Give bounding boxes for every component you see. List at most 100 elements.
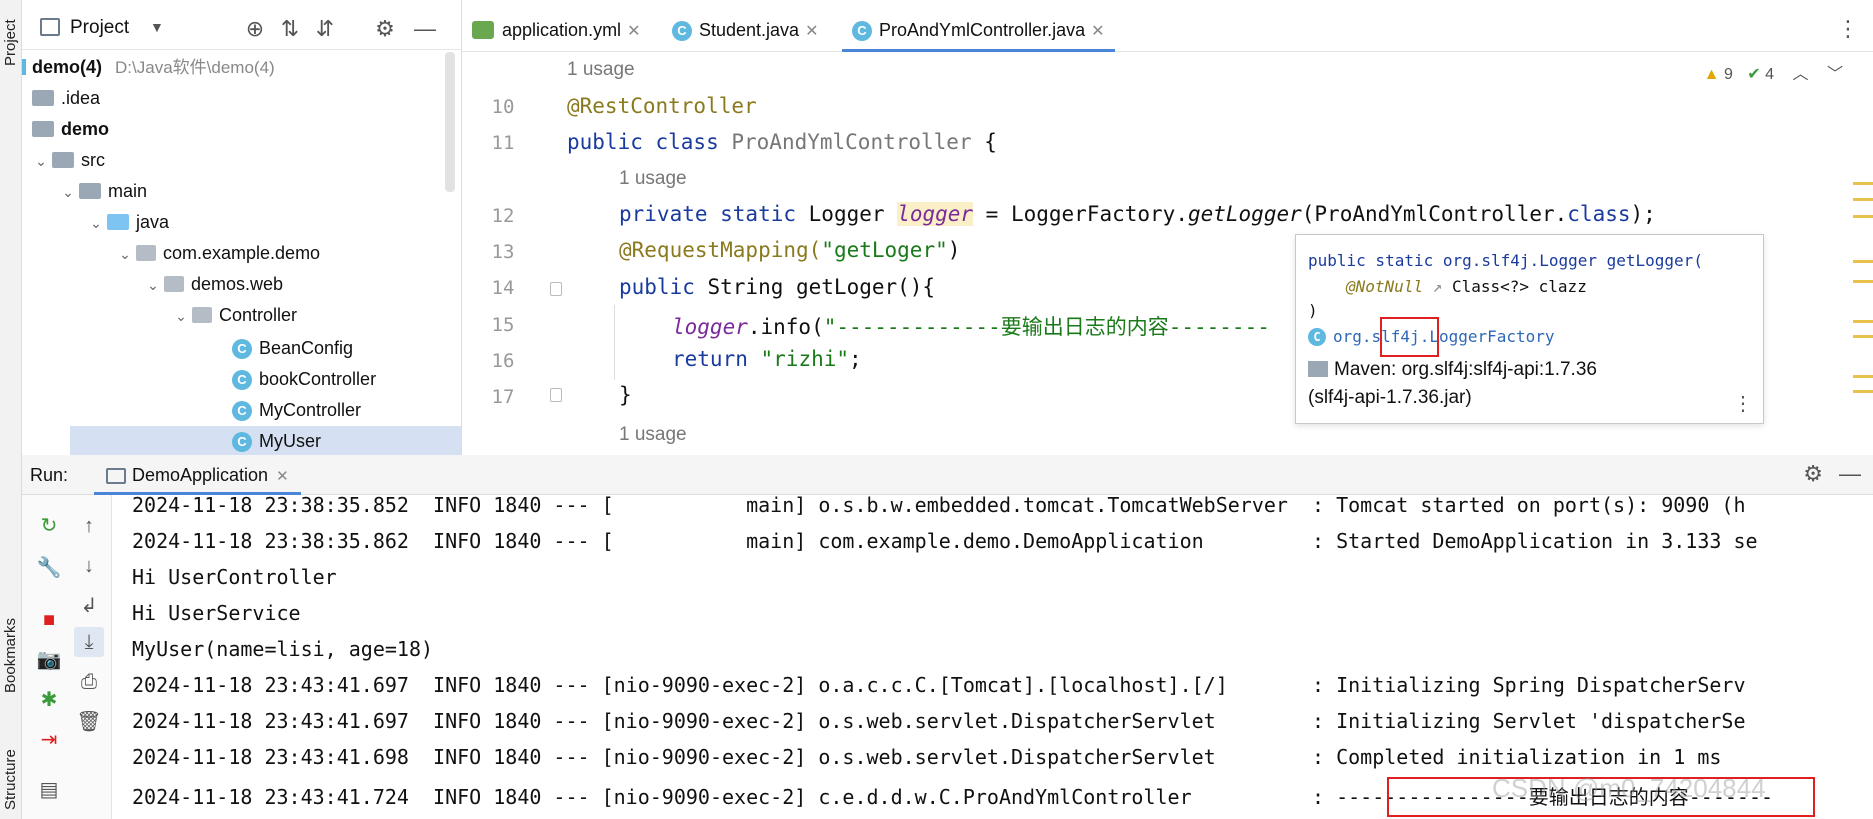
debug-icon[interactable]: ✱ — [34, 685, 64, 715]
chevron-down-icon[interactable]: ▼ — [150, 19, 164, 35]
yml-icon — [472, 21, 494, 39]
gear-icon[interactable]: ⚙ — [372, 16, 398, 42]
close-icon[interactable]: ✕ — [627, 23, 640, 40]
scroll-to-end-icon[interactable]: ⤓ — [74, 627, 104, 657]
stripe-mark[interactable] — [1853, 198, 1873, 201]
chevron-down-icon[interactable]: ⌄ — [114, 239, 136, 270]
locate-icon[interactable]: ⊕ — [242, 16, 268, 42]
code-text: ); — [1630, 202, 1656, 226]
tree-item-demo[interactable]: demo — [32, 114, 109, 145]
stripe-mark[interactable] — [1853, 335, 1873, 338]
trash-icon[interactable]: 🗑 — [74, 707, 104, 737]
project-view-selector[interactable]: Project — [70, 17, 129, 39]
minimize-icon[interactable]: — — [412, 16, 438, 42]
soft-wrap-icon[interactable]: ↲ — [74, 591, 104, 621]
class-icon: C — [232, 432, 252, 452]
print-icon[interactable]: ⎙ — [74, 667, 104, 697]
more-vertical-icon[interactable]: ⋮ — [1837, 16, 1859, 42]
folder-icon — [52, 152, 74, 168]
class-icon: C — [672, 21, 692, 41]
folder-icon — [32, 90, 54, 106]
run-header: Run: DemoApplication ✕ ⚙ — — [22, 455, 1873, 495]
chevron-down-icon[interactable]: ⌄ — [85, 208, 107, 239]
line-gutter: 10 11 12 13 14 15 16 17 — [462, 52, 562, 455]
tree-item-mycontroller[interactable]: C MyController — [232, 395, 361, 426]
tree-item-src[interactable]: ⌄ src — [30, 145, 105, 176]
layout-icon[interactable]: ▤ — [34, 775, 64, 805]
package-icon — [164, 276, 184, 292]
tab-application-yml[interactable]: application.yml ✕ — [472, 10, 640, 52]
chevron-up-icon[interactable]: ︿ — [1793, 66, 1809, 83]
usage-hint[interactable]: 1 usage — [619, 168, 687, 190]
stop-icon[interactable]: ■ — [34, 605, 64, 635]
stripe-mark[interactable] — [1853, 215, 1873, 218]
tree-item-label: src — [81, 150, 105, 170]
code-text: String getLoger(){ — [694, 275, 936, 299]
minimize-icon[interactable]: — — [1839, 461, 1861, 487]
tree-item-controller[interactable]: ⌄ Controller — [170, 300, 297, 331]
module-icon — [22, 59, 26, 75]
tree-item-label: bookController — [259, 369, 377, 389]
tree-item-label: MyController — [259, 400, 362, 420]
fold-icon[interactable] — [550, 282, 562, 296]
code-text: ; — [849, 347, 862, 371]
close-icon[interactable]: ✕ — [805, 23, 818, 40]
tree-root[interactable]: demo(4) D:\Java软件\demo(4) — [22, 52, 275, 83]
code-line-12: private static Logger logger = LoggerFac… — [619, 202, 1656, 226]
signature-text: Class<?> clazz — [1442, 277, 1587, 296]
rerun-icon[interactable]: ↻ — [34, 511, 64, 541]
tree-item-demos-web[interactable]: ⌄ demos.web — [142, 269, 283, 300]
inspection-widget[interactable]: ▲ 9 ✔ 4 ︿ ﹀ — [1704, 60, 1843, 84]
bookmarks-tool-tab[interactable]: Bookmarks — [0, 600, 22, 710]
chevron-down-icon[interactable]: ⌄ — [57, 177, 79, 208]
tree-item-label: java — [136, 212, 170, 232]
chevron-down-icon[interactable]: ﹀ — [1827, 66, 1843, 83]
line-number: 13 — [491, 241, 515, 263]
run-tab-demoapplication[interactable]: DemoApplication ✕ — [94, 455, 301, 495]
tree-item-com-example-demo[interactable]: ⌄ com.example.demo — [114, 238, 320, 269]
exit-icon[interactable]: ⇥ — [34, 725, 64, 755]
usage-hint[interactable]: 1 usage — [619, 424, 687, 446]
close-icon[interactable]: ✕ — [1091, 23, 1104, 40]
line-number: 15 — [491, 314, 515, 336]
tree-item-bookcontroller[interactable]: CbookController — [232, 364, 376, 395]
camera-icon[interactable]: 📷 — [34, 645, 64, 675]
error-stripe — [1845, 170, 1873, 400]
stripe-mark[interactable] — [1853, 390, 1873, 393]
structure-tool-tab[interactable]: Structure — [0, 740, 22, 819]
wrench-icon[interactable]: 🔧 — [34, 553, 64, 583]
chevron-down-icon[interactable]: ⌄ — [170, 301, 192, 332]
scroll-down-icon[interactable]: ↓ — [74, 551, 104, 581]
stripe-mark[interactable] — [1853, 320, 1873, 323]
tree-item-label: main — [108, 181, 148, 201]
stripe-mark[interactable] — [1853, 280, 1873, 283]
root-name: demo(4) — [32, 57, 103, 77]
project-scrollbar[interactable] — [445, 52, 455, 192]
tree-item-java[interactable]: ⌄ java — [85, 207, 169, 238]
chevron-down-icon[interactable]: ⌄ — [142, 270, 164, 301]
collapse-all-icon[interactable]: ⇵ — [312, 16, 338, 42]
tab-student-java[interactable]: C Student.java ✕ — [672, 10, 818, 52]
external-link-icon[interactable]: ↗ — [1423, 277, 1443, 296]
root-path: D:\Java软件\demo(4) — [115, 58, 275, 77]
quick-doc-popup[interactable]: public static org.slf4j.Logger getLogger… — [1295, 234, 1764, 424]
tab-proandymlcontroller-java[interactable]: C ProAndYmlController.java ✕ — [842, 10, 1115, 52]
fold-icon[interactable] — [550, 388, 562, 402]
gear-icon[interactable]: ⚙ — [1803, 461, 1823, 487]
stripe-mark[interactable] — [1853, 260, 1873, 263]
stripe-mark[interactable] — [1853, 375, 1873, 378]
signature-text: public static org.slf4j.Logger getLogger… — [1308, 251, 1703, 270]
doc-maven-line: Maven: org.slf4j:slf4j-api:1.7.36 — [1308, 359, 1597, 381]
usage-hint[interactable]: 1 usage — [567, 59, 635, 81]
close-icon[interactable]: ✕ — [276, 468, 289, 485]
more-vertical-icon[interactable]: ⋮ — [1733, 391, 1753, 415]
chevron-down-icon[interactable]: ⌄ — [30, 146, 52, 177]
scroll-up-icon[interactable]: ↑ — [74, 511, 104, 541]
tree-item-idea[interactable]: .idea — [32, 83, 100, 114]
expand-all-icon[interactable]: ⇅ — [277, 16, 303, 42]
project-tool-tab[interactable]: Project — [0, 8, 22, 78]
tree-item-myuser[interactable]: C MyUser — [70, 426, 461, 455]
tree-item-main[interactable]: ⌄ main — [57, 176, 147, 207]
stripe-mark[interactable] — [1853, 182, 1873, 185]
tree-item-beanconfig[interactable]: C BeanConfig — [232, 333, 353, 364]
